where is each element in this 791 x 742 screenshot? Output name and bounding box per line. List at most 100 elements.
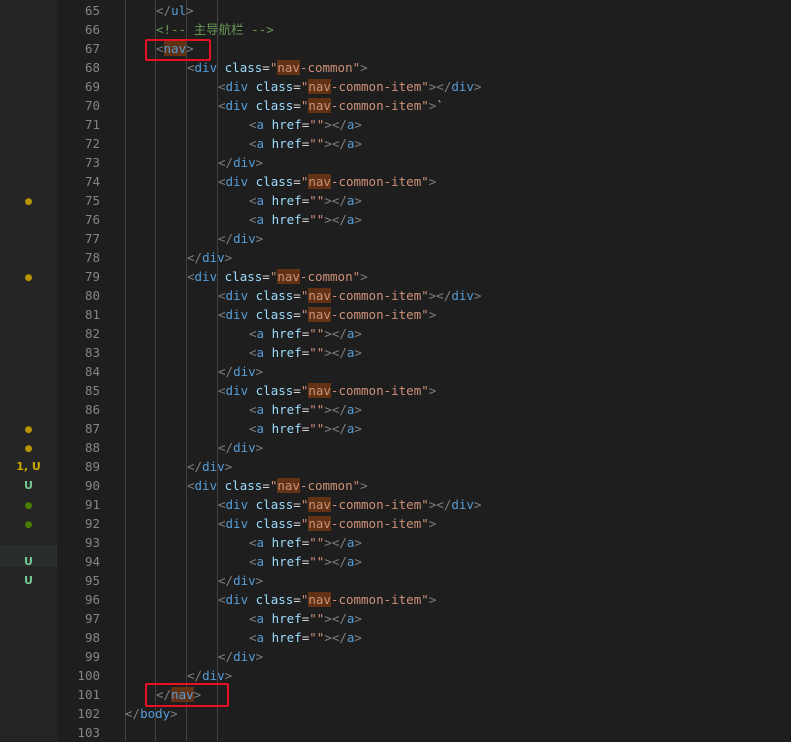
code-token: = — [262, 60, 270, 75]
code-token: <!-- 主导航栏 --> — [156, 22, 274, 37]
code-line[interactable]: <div class="nav-common"> — [187, 267, 368, 286]
code-token: div — [194, 478, 218, 493]
code-token: < — [249, 402, 257, 417]
code-token: -common-item" — [330, 592, 429, 607]
code-token: class — [255, 98, 294, 113]
code-line[interactable]: <div class="nav-common-item"> — [218, 172, 436, 191]
line-number: 75 — [84, 193, 100, 208]
git-status-badge: U — [24, 555, 33, 568]
code-token: > — [255, 231, 264, 246]
line-number: 96 — [84, 592, 100, 607]
code-token: href — [271, 117, 302, 132]
code-token: a — [256, 212, 265, 227]
code-token: nav — [277, 269, 300, 284]
code-token: </ — [187, 459, 203, 474]
code-token: = — [293, 383, 301, 398]
code-token: < — [218, 307, 226, 322]
code-token: div — [451, 288, 474, 303]
code-line[interactable]: <div class="nav-common-item"> — [218, 514, 436, 533]
line-number: 95 — [84, 573, 100, 588]
code-line[interactable]: <a href=""></a> — [249, 609, 362, 628]
code-line[interactable]: </div> — [218, 571, 263, 590]
code-token: < — [218, 383, 226, 398]
code-token: > — [360, 269, 368, 284]
git-status-dot-icon — [0, 419, 57, 440]
code-line[interactable]: <!-- 主导航栏 --> — [156, 20, 274, 39]
code-token: "" — [309, 535, 325, 550]
code-token: ></ — [324, 117, 347, 132]
code-line[interactable]: </div> — [187, 457, 232, 476]
line-number: 99 — [84, 649, 100, 664]
code-line[interactable]: <a href=""></a> — [249, 419, 362, 438]
code-line[interactable]: <a href=""></a> — [249, 552, 362, 571]
code-line[interactable]: <div class="nav-common-item"> — [218, 590, 436, 609]
code-token: > — [354, 611, 362, 626]
code-token: class — [255, 79, 294, 94]
git-status-gutter: 1, UUUU — [0, 0, 57, 741]
code-line[interactable]: <div class="nav-common-item"></div> — [218, 495, 481, 514]
code-line[interactable]: </div> — [218, 362, 263, 381]
code-token: "" — [309, 345, 325, 360]
code-line[interactable]: <div class="nav-common-item"> — [218, 381, 436, 400]
code-line[interactable]: </div> — [218, 438, 263, 457]
code-line[interactable]: <div class="nav-common-item"></div> — [218, 77, 481, 96]
code-line[interactable]: <a href=""></a> — [249, 628, 362, 647]
line-number: 76 — [84, 212, 100, 227]
code-line[interactable]: <div class="nav-common"> — [187, 476, 368, 495]
code-token: < — [218, 592, 226, 607]
code-line[interactable]: <a href=""></a> — [249, 115, 362, 134]
code-line[interactable]: </ul> — [156, 1, 194, 20]
code-token: -common-item" — [330, 497, 429, 512]
code-token: = — [293, 79, 301, 94]
line-number: 73 — [84, 155, 100, 170]
code-line[interactable]: </div> — [218, 647, 263, 666]
code-line[interactable]: <a href=""></a> — [249, 134, 362, 153]
code-line[interactable]: <a href=""></a> — [249, 210, 362, 229]
code-token: ></ — [324, 421, 347, 436]
code-token: </ — [187, 250, 203, 265]
code-line[interactable]: <a href=""></a> — [249, 191, 362, 210]
code-line[interactable]: </div> — [218, 153, 263, 172]
code-line[interactable]: <div class="nav-common-item"> — [218, 305, 436, 324]
code-token: div — [451, 497, 474, 512]
code-token: > — [255, 364, 264, 379]
code-token: div — [225, 383, 249, 398]
code-line[interactable]: </div> — [218, 229, 263, 248]
line-number: 72 — [84, 136, 100, 151]
code-token: ></ — [324, 402, 347, 417]
line-number: 86 — [84, 402, 100, 417]
code-token: div — [225, 307, 249, 322]
code-token: > — [224, 668, 233, 683]
code-token: "" — [309, 136, 325, 151]
code-token: > — [170, 706, 178, 721]
code-token: ></ — [324, 554, 347, 569]
code-token: > — [255, 155, 264, 170]
code-token: "" — [309, 611, 325, 626]
code-token: div — [225, 174, 249, 189]
line-number: 65 — [84, 3, 100, 18]
code-token: > — [354, 421, 362, 436]
code-token: > — [428, 383, 437, 398]
code-token: > — [354, 345, 362, 360]
code-token: ></ — [324, 326, 347, 341]
code-line[interactable]: <div class="nav-common-item"></div> — [218, 286, 481, 305]
code-line[interactable]: <a href=""></a> — [249, 533, 362, 552]
code-line[interactable]: <div class="nav-common-item">` — [218, 96, 444, 115]
code-token: href — [271, 212, 302, 227]
line-number: 100 — [77, 668, 100, 683]
line-number: 71 — [84, 117, 100, 132]
code-line[interactable]: <div class="nav-common"> — [187, 58, 368, 77]
git-status-dot-icon — [0, 438, 57, 459]
code-line[interactable]: <a href=""></a> — [249, 400, 362, 419]
code-token: div — [233, 231, 256, 246]
code-token: < — [218, 174, 226, 189]
code-token: </ — [218, 364, 234, 379]
code-line[interactable]: </div> — [187, 248, 232, 267]
code-line[interactable]: <a href=""></a> — [249, 324, 362, 343]
code-line[interactable]: <a href=""></a> — [249, 343, 362, 362]
